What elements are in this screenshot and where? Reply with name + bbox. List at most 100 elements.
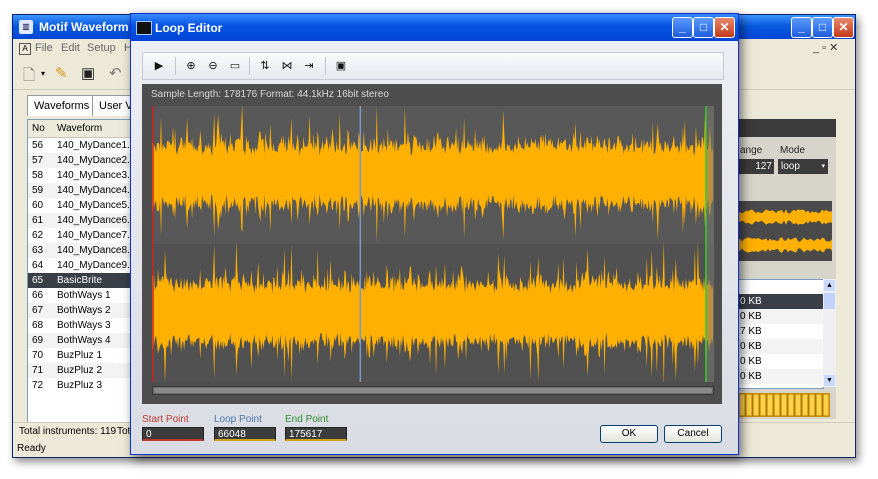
- zero-cross-icon[interactable]: ⇅: [257, 58, 273, 74]
- size-list-item[interactable]: 0 KB: [739, 309, 824, 324]
- menu-setup[interactable]: Setup: [87, 42, 116, 54]
- list-item[interactable]: 62 140_MyDance7.w: [28, 228, 146, 243]
- list-item[interactable]: 68 BothWays 3: [28, 318, 146, 333]
- row-waveform-name: BothWays 1: [57, 290, 111, 301]
- piano-key[interactable]: [759, 393, 767, 417]
- list-item[interactable]: 58 140_MyDance3.w: [28, 168, 146, 183]
- piano-key[interactable]: [815, 393, 823, 417]
- column-waveform[interactable]: Waveform: [57, 123, 102, 134]
- row-number: 60: [32, 200, 44, 211]
- sample-info: Sample Length: 178176 Format: 44.1kHz 16…: [151, 89, 389, 100]
- zoom-in-icon[interactable]: ⊕: [183, 58, 199, 74]
- piano-key[interactable]: [752, 393, 760, 417]
- size-list-item[interactable]: 0 KB: [739, 339, 824, 354]
- cancel-button[interactable]: Cancel: [664, 425, 722, 443]
- size-list-item[interactable]: 0 KB: [739, 369, 824, 384]
- row-number: 58: [32, 170, 44, 181]
- size-list-item[interactable]: 7 KB: [739, 324, 824, 339]
- row-number: 69: [32, 335, 44, 346]
- list-item[interactable]: 60 140_MyDance5.w: [28, 198, 146, 213]
- row-waveform-name: 140_MyDance2.w: [57, 155, 138, 166]
- dropdown-arrow-icon[interactable]: ▾: [41, 69, 45, 78]
- mode-value: loop: [781, 161, 800, 172]
- list-item[interactable]: 61 140_MyDance6.w: [28, 213, 146, 228]
- mdi-controls-icon[interactable]: _ ▫ ✕: [813, 41, 838, 54]
- row-waveform-name: BasicBrite: [57, 275, 103, 286]
- menu-file[interactable]: File: [35, 42, 53, 54]
- row-waveform-name: 140_MyDance5.w: [57, 200, 138, 211]
- zoom-fit-icon[interactable]: ▭: [227, 58, 243, 74]
- list-item[interactable]: 72 BuzPluz 3: [28, 378, 146, 393]
- open-folder-icon[interactable]: ✎: [55, 64, 68, 82]
- column-no[interactable]: No: [32, 123, 45, 134]
- piano-key[interactable]: [780, 393, 788, 417]
- minimize-icon[interactable]: _: [791, 17, 812, 38]
- row-waveform-name: 140_MyDance4.w: [57, 185, 138, 196]
- undo-icon[interactable]: ↶: [109, 64, 122, 82]
- piano-key[interactable]: [738, 393, 746, 417]
- crossfade-icon[interactable]: ⋈: [279, 58, 295, 74]
- tab-waveforms[interactable]: Waveforms: [27, 95, 97, 116]
- loop-marker-icon[interactable]: ⇥: [301, 58, 317, 74]
- waveform-scrollbar[interactable]: [152, 386, 714, 395]
- end-point-field[interactable]: 175617: [285, 427, 347, 441]
- list-item[interactable]: 69 BothWays 4: [28, 333, 146, 348]
- dialog-title: Loop Editor: [155, 21, 223, 35]
- list-item[interactable]: 70 BuzPluz 1: [28, 348, 146, 363]
- mini-waveform-preview: [738, 201, 832, 261]
- chevron-down-icon: ▾: [821, 163, 825, 170]
- start-point-field[interactable]: 0: [142, 427, 204, 441]
- close-icon[interactable]: ✕: [833, 17, 854, 38]
- right-panel: ange Mode 127 loop ▾ 0 KB 0 KB 7 KB 0 KB 0 KB…: [738, 119, 836, 419]
- piano-key[interactable]: [801, 393, 809, 417]
- scroll-up-icon[interactable]: ▲: [824, 280, 835, 291]
- maximize-icon[interactable]: □: [812, 17, 833, 38]
- save-icon[interactable]: ▣: [81, 64, 95, 82]
- list-item[interactable]: 59 140_MyDance4.w: [28, 183, 146, 198]
- mode-select[interactable]: loop ▾: [778, 159, 828, 174]
- keyboard-strip[interactable]: [738, 393, 830, 417]
- scroll-down-icon[interactable]: ▼: [824, 375, 835, 386]
- piano-key[interactable]: [822, 393, 830, 417]
- app-icon: ▥: [19, 20, 33, 34]
- list-item[interactable]: 65 BasicBrite: [28, 273, 146, 288]
- size-list-item[interactable]: 0 KB: [739, 354, 824, 369]
- list-item[interactable]: 57 140_MyDance2.w: [28, 153, 146, 168]
- size-list-item[interactable]: 0 KB: [739, 294, 824, 309]
- new-file-icon[interactable]: 🗋: [23, 65, 35, 90]
- list-item[interactable]: 67 BothWays 2: [28, 303, 146, 318]
- piano-key[interactable]: [794, 393, 802, 417]
- document-icon[interactable]: A: [19, 43, 31, 55]
- waveform-display[interactable]: [152, 106, 714, 382]
- ok-button[interactable]: OK: [600, 425, 658, 443]
- piano-key[interactable]: [787, 393, 795, 417]
- list-item[interactable]: 71 BuzPluz 2: [28, 363, 146, 378]
- loop-point-label: Loop Point: [214, 414, 262, 425]
- scroll-thumb[interactable]: [824, 293, 835, 309]
- select-loop-icon[interactable]: ▣: [333, 58, 349, 74]
- dialog-title-bar[interactable]: Loop Editor _ □ ✕: [131, 14, 738, 41]
- play-icon[interactable]: ▶: [151, 58, 167, 74]
- piano-key[interactable]: [766, 393, 774, 417]
- row-number: 66: [32, 290, 44, 301]
- scroll-thumb[interactable]: [154, 388, 712, 393]
- dialog-maximize-icon[interactable]: □: [693, 17, 714, 38]
- loop-point-field[interactable]: 66048: [214, 427, 276, 441]
- dialog-close-icon[interactable]: ✕: [714, 17, 735, 38]
- dialog-minimize-icon[interactable]: _: [672, 17, 693, 38]
- list-item[interactable]: 66 BothWays 1: [28, 288, 146, 303]
- menu-edit[interactable]: Edit: [61, 42, 80, 54]
- piano-key[interactable]: [773, 393, 781, 417]
- row-waveform-name: BothWays 3: [57, 320, 111, 331]
- list-item[interactable]: 56 140_MyDance1.w: [28, 138, 146, 153]
- zoom-out-icon[interactable]: ⊖: [205, 58, 221, 74]
- list-item[interactable]: 63 140_MyDance8.w: [28, 243, 146, 258]
- list-item[interactable]: 64 140_MyDance9.w: [28, 258, 146, 273]
- row-waveform-name: 140_MyDance6.w: [57, 215, 138, 226]
- row-waveform-name: 140_MyDance7.w: [57, 230, 138, 241]
- size-list-scrollbar[interactable]: ▲ ▼: [823, 279, 836, 387]
- piano-key[interactable]: [745, 393, 753, 417]
- piano-key[interactable]: [808, 393, 816, 417]
- row-number: 71: [32, 365, 44, 376]
- range-field[interactable]: 127: [738, 159, 774, 174]
